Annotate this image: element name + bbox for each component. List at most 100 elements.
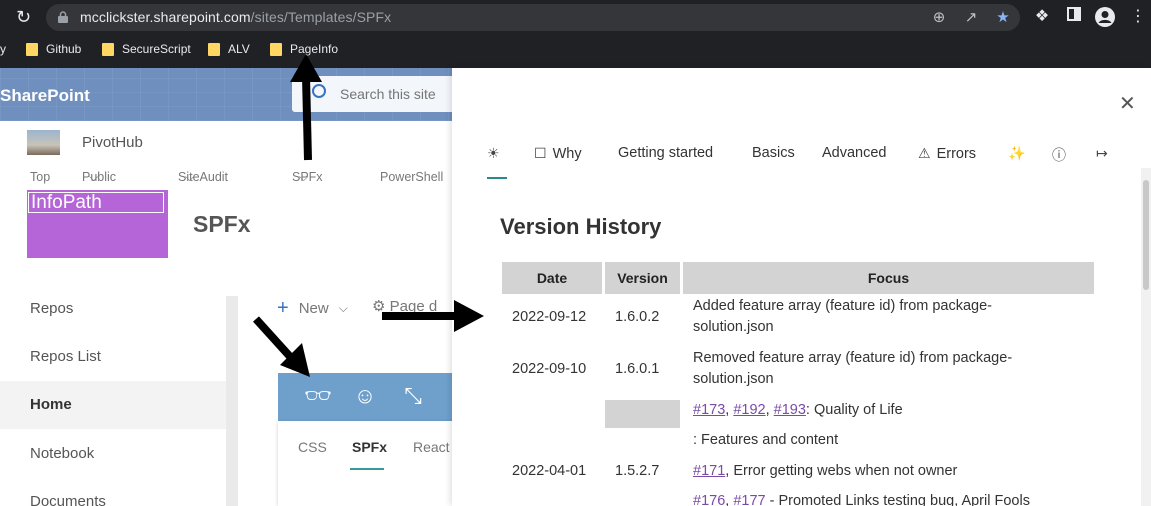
zoom-icon[interactable]: ⊕: [930, 9, 948, 27]
bookmark-label: y: [0, 42, 6, 56]
warning-icon: ⚠: [918, 145, 931, 161]
site-logo-text: InfoPath: [28, 192, 164, 213]
focus-text: - Promoted Links testing bug, April Fool…: [765, 493, 1030, 506]
cell-focus: Removed feature array (feature id) from …: [693, 350, 1013, 387]
hub-nav-item[interactable]: Public ⌵: [82, 170, 116, 185]
menu-icon[interactable]: ⋮: [1127, 6, 1149, 28]
user-settings-icon[interactable]: ☺: [351, 382, 379, 410]
tab-label: Getting started: [618, 145, 714, 161]
folder-icon: [208, 42, 220, 56]
tab-exit[interactable]: ↦: [1096, 145, 1108, 162]
exit-icon: ↦: [1096, 145, 1108, 161]
tab-react[interactable]: React: [413, 439, 450, 455]
tab-basics[interactable]: Basics: [752, 145, 795, 161]
hub-name[interactable]: PivotHub: [82, 134, 143, 151]
reload-icon[interactable]: ↻: [16, 7, 36, 27]
cell-date: 2022-09-12: [512, 309, 587, 325]
sharepoint-brand[interactable]: SharePoint: [0, 86, 90, 106]
hub-nav-item[interactable]: Top: [30, 170, 50, 184]
bookmark-alv[interactable]: ALV: [208, 42, 250, 56]
issue-link[interactable]: #177: [733, 493, 765, 506]
url-text: mcclickster.sharepoint.com/sites/Templat…: [80, 9, 391, 25]
star-icon[interactable]: ★: [994, 9, 1012, 27]
cell-date: 2022-04-01: [512, 463, 587, 479]
bookmark-securescript[interactable]: SecureScript: [102, 42, 191, 56]
tab-spfx[interactable]: SPFx: [352, 439, 387, 455]
hub-nav-item[interactable]: SPFx ⌵: [292, 170, 323, 185]
tab-advanced[interactable]: Advanced: [822, 145, 887, 161]
webpart-card: CSS SPFx React: [278, 421, 452, 506]
focus-text: : Quality of Life: [805, 402, 903, 418]
arrow-up-annotation: [290, 54, 322, 161]
folder-icon: [26, 42, 38, 56]
site-logo[interactable]: InfoPath: [27, 190, 168, 258]
hub-nav-item[interactable]: PowerShell: [380, 170, 443, 184]
bookmark-label: ALV: [228, 42, 250, 56]
scroll-thumb[interactable]: [1143, 180, 1149, 290]
nav-item-repos[interactable]: Repos: [0, 285, 226, 333]
tab-info[interactable]: ⓘ: [1052, 145, 1066, 165]
arrow-down-right-annotation: [253, 316, 310, 377]
tab-bug[interactable]: ☀: [487, 145, 500, 162]
glasses-icon[interactable]: 👓︎: [304, 382, 332, 410]
hub-logo[interactable]: [27, 130, 60, 155]
folder-icon: [102, 42, 114, 56]
hub-nav-label: SiteAudit: [178, 170, 229, 184]
sharepoint-suite-bar: SharePoint Search this site: [0, 68, 462, 121]
tab-label: Why: [552, 145, 582, 162]
bookmarks-bar: y Github SecureScript ALV PageInfo: [0, 34, 1151, 68]
bug-icon: ☀: [487, 145, 500, 161]
site-title[interactable]: SPFx: [193, 211, 251, 238]
tab-label: Basics: [752, 145, 795, 161]
bookmark-github[interactable]: Github: [26, 42, 81, 56]
bookmark-label: Github: [46, 42, 82, 56]
extensions-icon[interactable]: ❖: [1031, 6, 1053, 28]
nav-item-notebook[interactable]: Notebook: [0, 430, 226, 478]
cell-focus: #176, #177 - Promoted Links testing bug,…: [693, 491, 1030, 506]
browser-address-bar: ↻ mcclickster.sharepoint.com/sites/Templ…: [0, 0, 1151, 34]
arrow-right-annotation: [382, 300, 484, 332]
url-field[interactable]: mcclickster.sharepoint.com/sites/Templat…: [46, 4, 1020, 31]
active-tab-underline: [487, 177, 507, 179]
issue-link[interactable]: #192: [733, 402, 765, 418]
tab-why[interactable]: ☐ Why: [534, 145, 582, 162]
nav-item-documents[interactable]: Documents: [0, 478, 226, 506]
share-icon[interactable]: ↗: [962, 9, 980, 27]
tab-label: Errors: [936, 145, 977, 162]
sidepanel-icon[interactable]: [1063, 6, 1085, 28]
nav-scrollbar[interactable]: [226, 296, 238, 506]
col-header-focus: Focus: [683, 262, 1094, 294]
issue-link[interactable]: #193: [774, 402, 806, 418]
version-history-title: Version History: [500, 214, 662, 239]
tab-wand[interactable]: ✨: [1008, 145, 1025, 162]
expand-icon[interactable]: ⤡: [399, 382, 427, 410]
url-path: /sites/Templates/SPFx: [250, 9, 392, 25]
close-icon[interactable]: ✕: [1119, 94, 1136, 114]
cell-focus: Added feature array (feature id) from pa…: [693, 298, 993, 335]
hub-nav-item[interactable]: SiteAudit ⌵: [178, 170, 228, 185]
help-panel: ✕ ☀ ☐ Why Getting started Basics Advanced…: [452, 68, 1151, 506]
cell-date: 2022-09-10: [512, 361, 587, 377]
nav-item-repos-list[interactable]: Repos List: [0, 333, 226, 381]
cell-version: 1.6.0.2: [615, 309, 660, 325]
hub-nav-label: SPFx: [292, 170, 323, 184]
tab-errors[interactable]: ⚠ Errors: [918, 145, 976, 162]
issue-link[interactable]: #173: [693, 402, 725, 418]
nav-item-home[interactable]: Home: [0, 381, 226, 429]
lock-icon: [58, 11, 68, 23]
profile-icon[interactable]: [1094, 6, 1116, 28]
wand-icon: ✨: [1008, 145, 1026, 161]
tab-css[interactable]: CSS: [298, 439, 327, 455]
hub-nav-label: Public: [82, 170, 117, 184]
chevron-down-icon: ⌵: [338, 301, 348, 315]
issue-link[interactable]: #176: [693, 493, 725, 506]
folder-icon: [270, 42, 282, 56]
left-nav: Repos Repos List Home Notebook Documents: [0, 285, 226, 506]
col-header-version: Version: [605, 262, 680, 294]
panel-scrollbar[interactable]: [1141, 168, 1151, 506]
empty-version-cell: [605, 400, 680, 428]
cell-version: 1.5.2.7: [615, 463, 660, 479]
tab-getting-started[interactable]: Getting started: [618, 145, 713, 161]
issue-link[interactable]: #171: [693, 463, 725, 479]
bookmark-item[interactable]: y: [0, 42, 6, 56]
